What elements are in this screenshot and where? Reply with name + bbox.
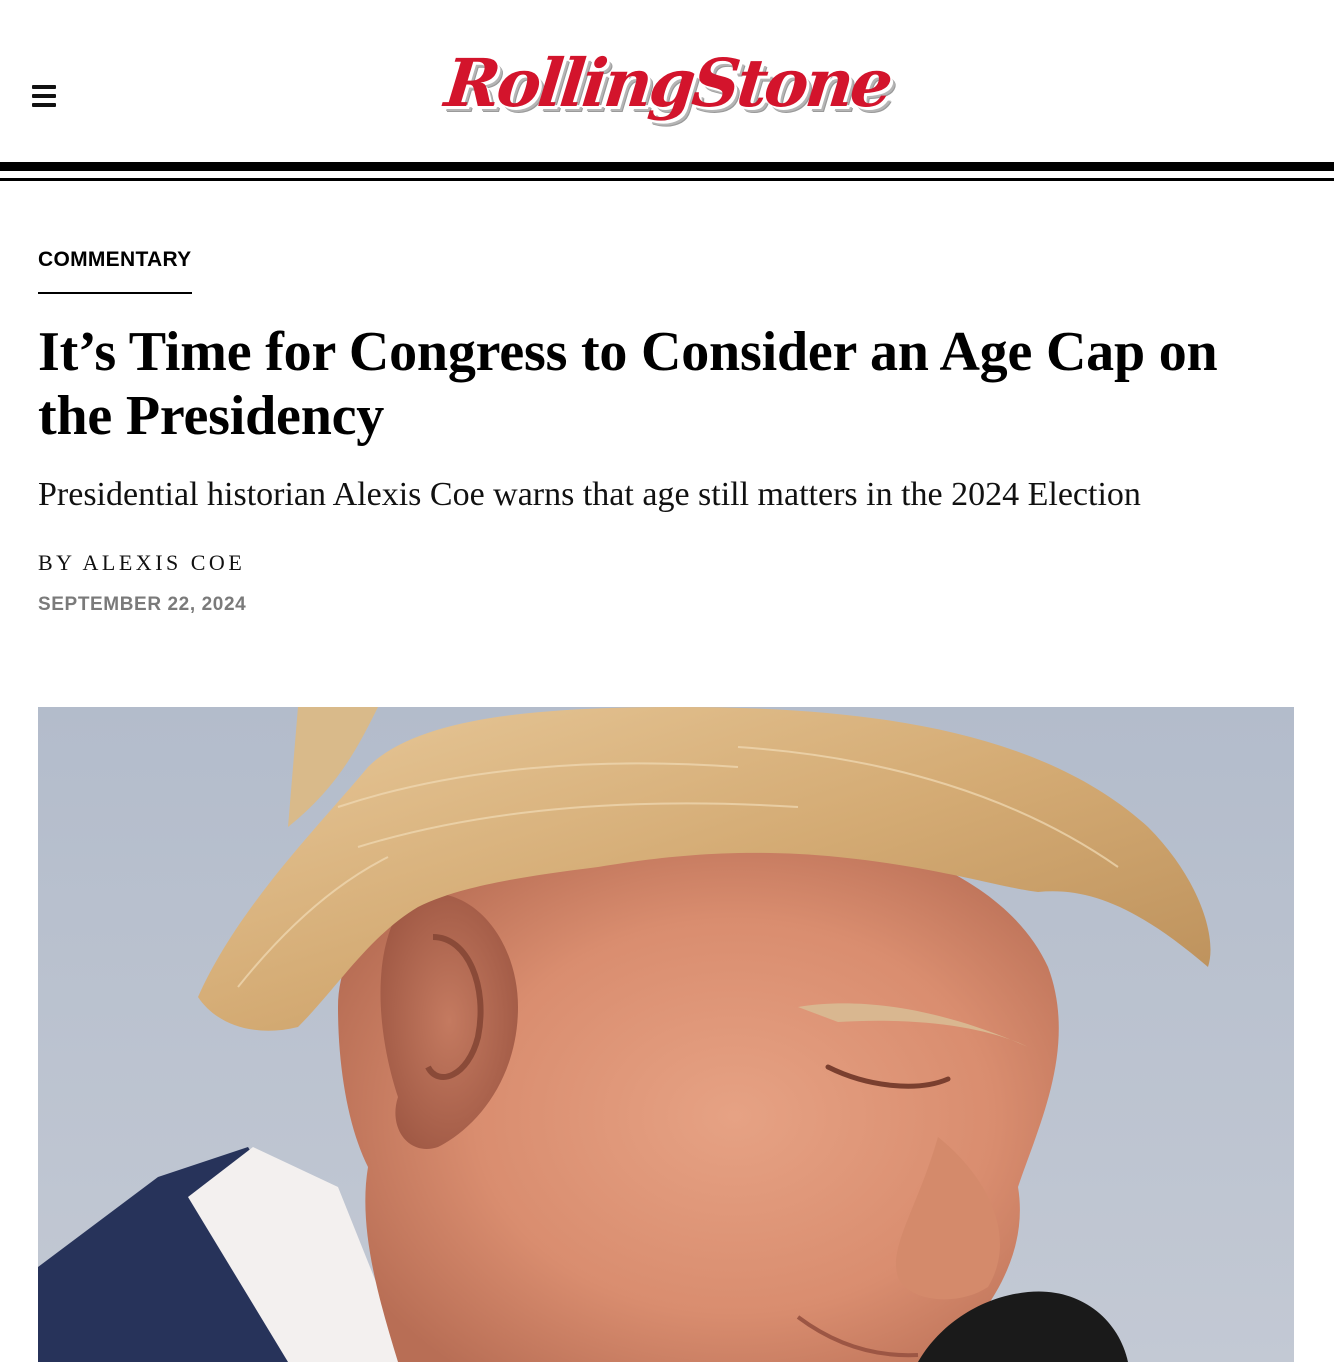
byline-prefix: BY — [38, 550, 75, 575]
site-header: RollingStone — [0, 0, 1334, 160]
byline: BY ALEXIS COE — [38, 550, 1294, 576]
hero-image — [38, 707, 1294, 1362]
site-logo[interactable]: RollingStone — [0, 40, 1334, 140]
publish-date: SEPTEMBER 22, 2024 — [38, 594, 247, 615]
author-link[interactable]: ALEXIS COE — [83, 550, 246, 575]
header-divider-thick — [0, 162, 1334, 171]
article-headline: It’s Time for Congress to Consider an Ag… — [38, 321, 1218, 447]
article-dek: Presidential historian Alexis Coe warns … — [38, 476, 1141, 513]
category-link[interactable]: COMMENTARY — [38, 248, 192, 294]
header-divider-thin — [0, 178, 1334, 181]
hero-photo — [38, 707, 1294, 1362]
article-header: COMMENTARY It’s Time for Congress to Con… — [38, 248, 1294, 616]
logo-wordmark: RollingStone — [441, 44, 894, 122]
